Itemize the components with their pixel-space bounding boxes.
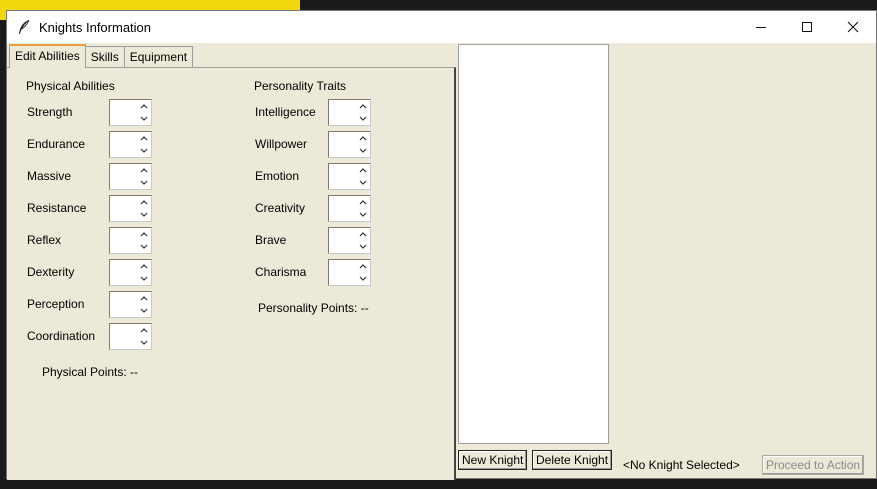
chevron-down-icon[interactable] [357,177,369,189]
chevron-up-icon[interactable] [357,165,369,177]
personality-spinbox-intelligence[interactable] [328,99,371,126]
physical-abilities-title: Physical Abilities [26,79,115,93]
chevron-up-icon[interactable] [138,261,150,273]
chevron-up-icon[interactable] [138,133,150,145]
physical-spinbox-dexterity[interactable] [109,259,152,286]
physical-spinbox-perception[interactable] [109,291,152,318]
physical-label-strength: Strength [27,105,73,119]
personality-label-charisma: Charisma [255,265,307,279]
chevron-down-icon[interactable] [357,273,369,285]
physical-label-dexterity: Dexterity [27,265,75,279]
chevron-down-icon[interactable] [357,209,369,221]
feather-icon [11,11,37,43]
knights-listbox[interactable] [458,44,609,444]
chevron-down-icon[interactable] [138,177,150,189]
physical-label-perception: Perception [27,297,85,311]
chevron-up-icon[interactable] [138,197,150,209]
chevron-up-icon[interactable] [357,101,369,113]
physical-label-reflex: Reflex [27,233,62,247]
physical-spinbox-resistance[interactable] [109,195,152,222]
personality-traits-title: Personality Traits [254,79,347,93]
chevron-up-icon[interactable] [357,229,369,241]
chevron-up-icon[interactable] [357,197,369,209]
personality-spinbox-willpower[interactable] [328,131,371,158]
personality-label-emotion: Emotion [255,169,300,183]
physical-spinbox-reflex[interactable] [109,227,152,254]
chevron-down-icon[interactable] [138,113,150,125]
chevron-down-icon[interactable] [138,209,150,221]
chevron-down-icon[interactable] [357,113,369,125]
chevron-up-icon[interactable] [138,293,150,305]
personality-spinbox-emotion[interactable] [328,163,371,190]
physical-label-massive: Massive [27,169,72,183]
personality-spinbox-creativity[interactable] [328,195,371,222]
chevron-up-icon[interactable] [138,229,150,241]
tab-equipment[interactable]: Equipment [123,46,194,68]
personality-spinbox-charisma[interactable] [328,259,371,286]
window-title: Knights Information [39,19,152,35]
chevron-down-icon[interactable] [138,145,150,157]
chevron-down-icon[interactable] [357,145,369,157]
personality-label-creativity: Creativity [255,201,306,215]
physical-label-coordination: Coordination [27,329,96,343]
chevron-up-icon[interactable] [138,101,150,113]
personality-spinbox-brave[interactable] [328,227,371,254]
physical-label-endurance: Endurance [27,137,86,151]
chevron-down-icon[interactable] [138,241,150,253]
tab-edit-abilities[interactable]: Edit Abilities [9,44,86,68]
chevron-down-icon[interactable] [138,305,150,317]
physical-spinbox-massive[interactable] [109,163,152,190]
selected-knight-status: <No Knight Selected> [623,458,740,472]
close-icon[interactable] [830,11,876,43]
maximize-icon[interactable] [784,11,830,43]
chevron-down-icon[interactable] [138,273,150,285]
title-bar[interactable]: Knights Information [7,11,876,43]
personality-label-willpower: Willpower [255,137,308,151]
physical-spinbox-strength[interactable] [109,99,152,126]
tab-skills[interactable]: Skills [84,46,125,68]
tab-bar: Edit Abilities Skills Equipment [9,44,194,68]
physical-points: Physical Points: -- [42,365,139,379]
chevron-down-icon[interactable] [357,241,369,253]
chevron-down-icon[interactable] [138,337,150,349]
personality-label-brave: Brave [255,233,287,247]
tab-content: Physical Abilities Personality Traits Ph… [7,67,456,480]
delete-knight-button[interactable]: Delete Knight [532,450,613,470]
personality-points: Personality Points: -- [258,301,369,315]
app-window: Knights Information Edit Abilities Skill… [6,10,877,480]
physical-label-resistance: Resistance [27,201,87,215]
new-knight-button[interactable]: New Knight [458,450,528,470]
chevron-up-icon[interactable] [357,261,369,273]
physical-spinbox-endurance[interactable] [109,131,152,158]
chevron-up-icon[interactable] [138,165,150,177]
chevron-up-icon[interactable] [138,325,150,337]
chevron-up-icon[interactable] [357,133,369,145]
minimize-icon[interactable] [738,11,784,43]
abilities-panel: Edit Abilities Skills Equipment Physical… [7,43,456,480]
physical-spinbox-coordination[interactable] [109,323,152,350]
proceed-to-action-button[interactable]: Proceed to Action [762,455,865,475]
personality-label-intelligence: Intelligence [255,105,316,119]
